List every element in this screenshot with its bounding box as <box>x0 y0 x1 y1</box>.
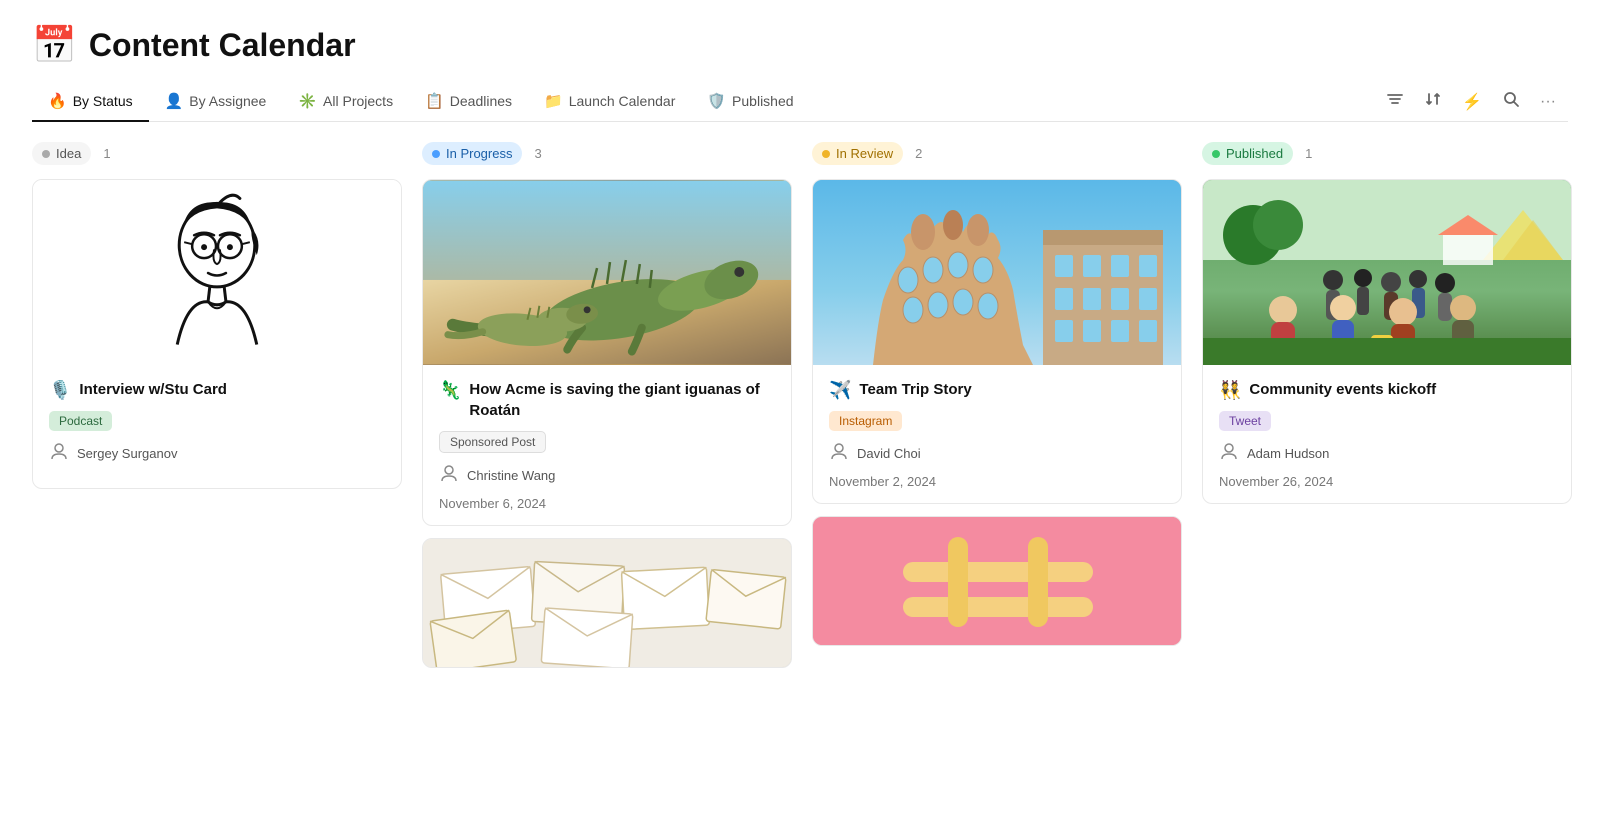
column-in-review: In Review 2 <box>812 142 1182 792</box>
sort-icon[interactable] <box>1420 86 1446 117</box>
card-body-community: 👯 Community events kickoff Tweet Adam Hu… <box>1203 365 1571 503</box>
card-hashtag[interactable] <box>812 516 1182 646</box>
column-header-inreview: In Review 2 <box>812 142 1182 165</box>
avatar-christine <box>439 463 459 488</box>
card-image-building <box>813 180 1181 365</box>
avatar-adam <box>1219 441 1239 466</box>
status-dot-inprogress <box>432 150 440 158</box>
toolbar-icons: ⚡ ··· <box>1382 86 1568 117</box>
kanban-board: Idea 1 <box>0 122 1600 812</box>
status-badge-idea: Idea <box>32 142 91 165</box>
lightning-icon[interactable]: ⚡ <box>1458 88 1486 116</box>
card-team-trip[interactable]: ✈️ Team Trip Story Instagram David Choi <box>812 179 1182 504</box>
avatar-david <box>829 441 849 466</box>
card-iguanas[interactable]: 🦎 How Acme is saving the giant iguanas o… <box>422 179 792 526</box>
card-body-trip: ✈️ Team Trip Story Instagram David Choi <box>813 365 1181 503</box>
app-icon: 📅 <box>32 24 77 66</box>
search-icon[interactable] <box>1498 86 1524 117</box>
card-interview-stu[interactable]: 🎙️ Interview w/Stu Card Podcast Sergey S… <box>32 179 402 489</box>
lizard-icon: 🦎 <box>439 380 461 401</box>
status-dot-published <box>1212 150 1220 158</box>
column-header-published: Published 1 <box>1202 142 1572 165</box>
column-published: Published 1 <box>1202 142 1572 792</box>
filter-icon[interactable] <box>1382 86 1408 117</box>
card-title-row: 🎙️ Interview w/Stu Card <box>49 379 385 401</box>
card-meta-trip: David Choi <box>829 441 1165 466</box>
app-header: 📅 Content Calendar 🔥 By Status 👤 By Assi… <box>0 0 1600 122</box>
card-title-row-community: 👯 Community events kickoff <box>1219 379 1555 401</box>
card-date-community: November 26, 2024 <box>1219 474 1555 489</box>
title-row: 📅 Content Calendar <box>32 24 1568 66</box>
card-image-envelopes <box>423 539 791 668</box>
card-image-hashtag <box>813 517 1181 646</box>
column-header-idea: Idea 1 <box>32 142 402 165</box>
tab-by-assignee[interactable]: 👤 By Assignee <box>149 82 283 122</box>
card-meta-community: Adam Hudson <box>1219 441 1555 466</box>
tab-deadlines[interactable]: 📋 Deadlines <box>409 82 528 122</box>
plane-icon: ✈️ <box>829 380 851 401</box>
tag-sponsored: Sponsored Post <box>439 431 546 453</box>
card-image-person <box>33 180 401 365</box>
card-body-interview: 🎙️ Interview w/Stu Card Podcast Sergey S… <box>33 365 401 488</box>
column-idea: Idea 1 <box>32 142 402 792</box>
tag-tweet: Tweet <box>1219 411 1271 431</box>
mic-icon: 🎙️ <box>49 380 71 401</box>
card-title-row-trip: ✈️ Team Trip Story <box>829 379 1165 401</box>
more-icon[interactable]: ··· <box>1536 89 1560 115</box>
tag-instagram: Instagram <box>829 411 902 431</box>
tab-launch-calendar[interactable]: 📁 Launch Calendar <box>528 82 691 122</box>
card-image-festival <box>1203 180 1571 365</box>
status-badge-published: Published <box>1202 142 1293 165</box>
card-meta-iguanas: Christine Wang <box>439 463 775 488</box>
card-date-iguanas: November 6, 2024 <box>439 496 775 511</box>
card-image-lizard <box>423 180 791 365</box>
card-community-events[interactable]: 👯 Community events kickoff Tweet Adam Hu… <box>1202 179 1572 504</box>
status-badge-inreview: In Review <box>812 142 903 165</box>
status-dot-inreview <box>822 150 830 158</box>
card-envelopes[interactable] <box>422 538 792 668</box>
tab-by-status[interactable]: 🔥 By Status <box>32 82 149 122</box>
dancers-icon: 👯 <box>1219 380 1241 401</box>
asterisk-icon: ✳️ <box>298 92 317 110</box>
nav-tabs: 🔥 By Status 👤 By Assignee ✳️ All Project… <box>32 82 1568 122</box>
avatar-icon <box>49 441 69 466</box>
card-meta-author: Sergey Surganov <box>49 441 385 466</box>
person-icon: 👤 <box>165 92 184 110</box>
column-header-inprogress: In Progress 3 <box>422 142 792 165</box>
tab-published[interactable]: 🛡️ Published <box>691 82 809 122</box>
card-body-iguanas: 🦎 How Acme is saving the giant iguanas o… <box>423 365 791 525</box>
flame-icon: 🔥 <box>48 92 67 110</box>
status-dot-idea <box>42 150 50 158</box>
tag-podcast: Podcast <box>49 411 112 431</box>
column-in-progress: In Progress 3 <box>422 142 792 792</box>
tab-all-projects[interactable]: ✳️ All Projects <box>282 82 409 122</box>
card-title-row-iguanas: 🦎 How Acme is saving the giant iguanas o… <box>439 379 775 421</box>
table-icon: 📋 <box>425 92 444 110</box>
page-title: Content Calendar <box>89 27 356 64</box>
card-date-trip: November 2, 2024 <box>829 474 1165 489</box>
shield-icon: 🛡️ <box>707 92 726 110</box>
status-badge-inprogress: In Progress <box>422 142 522 165</box>
folder-icon: 📁 <box>544 92 563 110</box>
